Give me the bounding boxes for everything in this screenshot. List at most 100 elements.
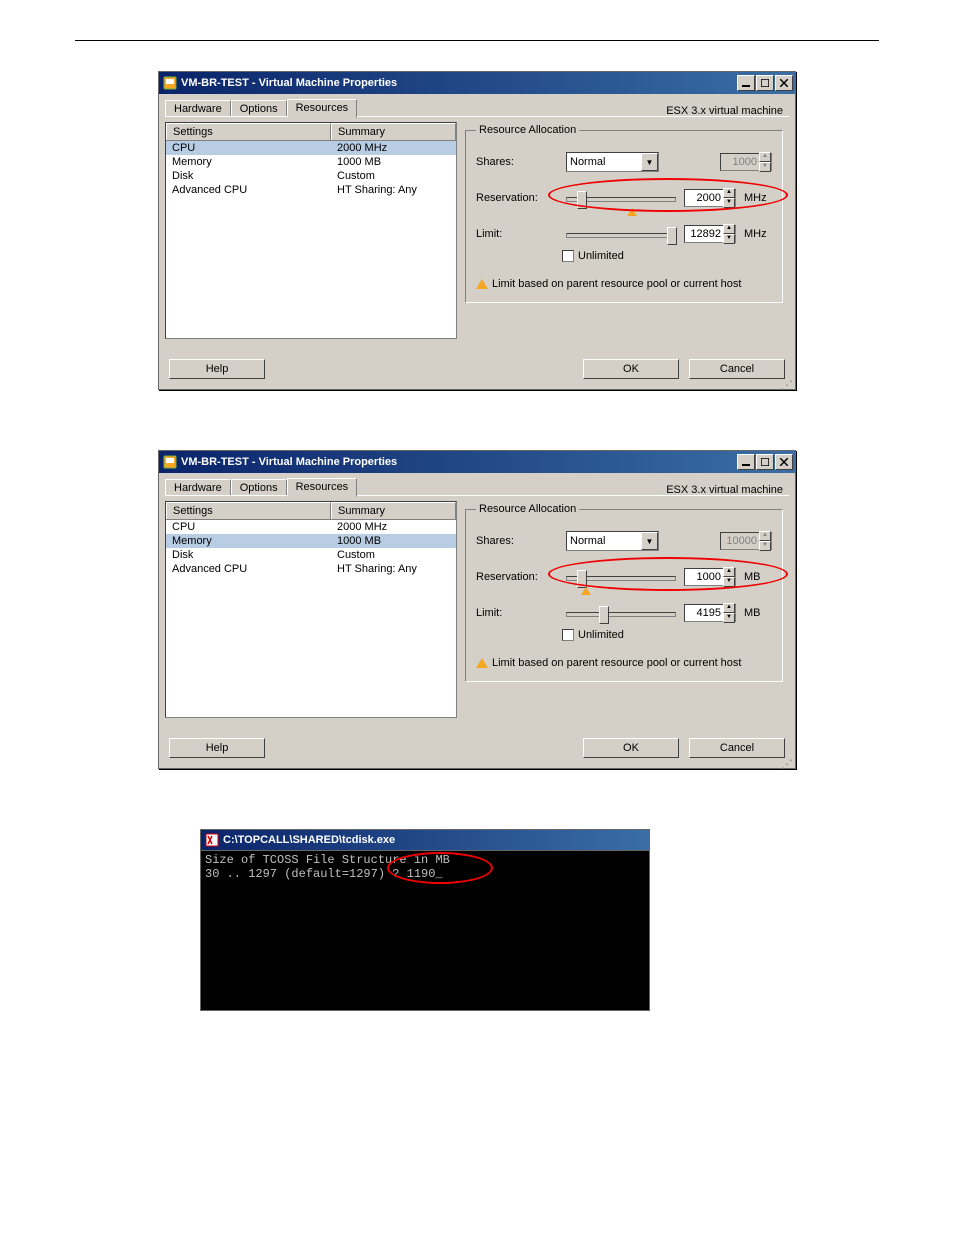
col-summary[interactable]: Summary xyxy=(331,502,456,519)
reservation-slider[interactable] xyxy=(566,188,676,208)
shares-number: 10000 ▲▼ xyxy=(720,532,772,550)
reservation-value[interactable]: 1000 ▲▼ xyxy=(684,568,736,586)
settings-list[interactable]: Settings Summary CPU 2000 MHz Memory 100… xyxy=(165,501,457,718)
settings-name: Advanced CPU xyxy=(166,562,331,576)
group-legend: Resource Allocation xyxy=(476,503,579,515)
console-output: Size of TCOSS File Structure in MB 30 ..… xyxy=(200,851,650,1011)
shares-number: 1000 ▲▼ xyxy=(720,153,772,171)
reservation-slider[interactable] xyxy=(566,567,676,587)
titlebar: VM-BR-TEST - Virtual Machine Properties xyxy=(159,72,795,94)
settings-row-cpu[interactable]: CPU 2000 MHz xyxy=(166,520,456,534)
close-button[interactable] xyxy=(775,454,793,470)
settings-row-disk[interactable]: Disk Custom xyxy=(166,548,456,562)
settings-name: Advanced CPU xyxy=(166,183,331,197)
settings-summary: HT Sharing: Any xyxy=(331,183,456,197)
app-icon xyxy=(163,76,177,90)
settings-summary: HT Sharing: Any xyxy=(331,562,456,576)
settings-row-advanced cpu[interactable]: Advanced CPU HT Sharing: Any xyxy=(166,183,456,197)
settings-name: CPU xyxy=(166,520,331,534)
reservation-label: Reservation: xyxy=(476,192,558,204)
limit-slider[interactable] xyxy=(566,224,676,244)
console-app-icon xyxy=(205,833,219,847)
cancel-button[interactable]: Cancel xyxy=(689,359,785,379)
warning-icon xyxy=(476,279,488,289)
unlimited-label: Unlimited xyxy=(578,629,624,641)
maximize-button[interactable] xyxy=(756,454,774,470)
ok-button[interactable]: OK xyxy=(583,359,679,379)
limit-slider[interactable] xyxy=(566,603,676,623)
settings-row-disk[interactable]: Disk Custom xyxy=(166,169,456,183)
unlimited-checkbox[interactable] xyxy=(562,629,574,641)
limit-hint: Limit based on parent resource pool or c… xyxy=(492,278,741,290)
settings-summary: 2000 MHz xyxy=(331,520,456,534)
settings-row-cpu[interactable]: CPU 2000 MHz xyxy=(166,141,456,155)
limit-value[interactable]: 12892 ▲▼ xyxy=(684,225,736,243)
settings-row-memory[interactable]: Memory 1000 MB xyxy=(166,155,456,169)
reservation-value[interactable]: 2000 ▲▼ xyxy=(684,189,736,207)
minimize-button[interactable] xyxy=(737,454,755,470)
resize-grip[interactable]: ⋰ xyxy=(159,760,795,768)
app-icon xyxy=(163,455,177,469)
shares-label: Shares: xyxy=(476,156,558,168)
settings-summary: Custom xyxy=(331,169,456,183)
settings-name: Disk xyxy=(166,169,331,183)
settings-row-advanced cpu[interactable]: Advanced CPU HT Sharing: Any xyxy=(166,562,456,576)
col-summary[interactable]: Summary xyxy=(331,123,456,140)
shares-combo[interactable]: Normal ▼ xyxy=(566,531,659,551)
limit-hint: Limit based on parent resource pool or c… xyxy=(492,657,741,669)
limit-unit: MHz xyxy=(744,228,767,240)
settings-summary: 1000 MB xyxy=(331,534,456,548)
settings-summary: 1000 MB xyxy=(331,155,456,169)
shares-combo[interactable]: Normal ▼ xyxy=(566,152,659,172)
limit-value[interactable]: 4195 ▲▼ xyxy=(684,604,736,622)
console-titlebar: C:\TOPCALL\SHARED\tcdisk.exe xyxy=(200,829,650,851)
help-button[interactable]: Help xyxy=(169,738,265,758)
warning-icon xyxy=(476,658,488,668)
window-title: VM-BR-TEST - Virtual Machine Properties xyxy=(181,77,737,89)
tab-options[interactable]: Options xyxy=(231,479,287,496)
resource-allocation-group: Resource Allocation Shares: Normal ▼ 100… xyxy=(465,124,783,303)
group-legend: Resource Allocation xyxy=(476,124,579,136)
tab-hardware[interactable]: Hardware xyxy=(165,100,231,117)
col-settings[interactable]: Settings xyxy=(166,502,331,519)
shares-label: Shares: xyxy=(476,535,558,547)
console-title-text: C:\TOPCALL\SHARED\tcdisk.exe xyxy=(223,834,395,846)
tab-options[interactable]: Options xyxy=(231,100,287,117)
settings-name: Disk xyxy=(166,548,331,562)
chevron-down-icon[interactable]: ▼ xyxy=(641,153,658,171)
settings-name: Memory xyxy=(166,534,331,548)
unlimited-checkbox[interactable] xyxy=(562,250,574,262)
tab-hardware[interactable]: Hardware xyxy=(165,479,231,496)
tab-resources[interactable]: Resources xyxy=(287,478,358,497)
resource-allocation-group: Resource Allocation Shares: Normal ▼ 100… xyxy=(465,503,783,682)
settings-summary: Custom xyxy=(331,548,456,562)
reservation-label: Reservation: xyxy=(476,571,558,583)
help-button[interactable]: Help xyxy=(169,359,265,379)
settings-row-memory[interactable]: Memory 1000 MB xyxy=(166,534,456,548)
limit-label: Limit: xyxy=(476,607,558,619)
col-settings[interactable]: Settings xyxy=(166,123,331,140)
minimize-button[interactable] xyxy=(737,75,755,91)
ok-button[interactable]: OK xyxy=(583,738,679,758)
settings-list[interactable]: Settings Summary CPU 2000 MHz Memory 100… xyxy=(165,122,457,339)
titlebar: VM-BR-TEST - Virtual Machine Properties xyxy=(159,451,795,473)
settings-name: CPU xyxy=(166,141,331,155)
settings-name: Memory xyxy=(166,155,331,169)
window-title: VM-BR-TEST - Virtual Machine Properties xyxy=(181,456,737,468)
resize-grip[interactable]: ⋰ xyxy=(159,381,795,389)
cancel-button[interactable]: Cancel xyxy=(689,738,785,758)
vm-properties-dialog: VM-BR-TEST - Virtual Machine Properties … xyxy=(158,71,796,390)
vm-properties-dialog: VM-BR-TEST - Virtual Machine Properties … xyxy=(158,450,796,769)
limit-label: Limit: xyxy=(476,228,558,240)
close-button[interactable] xyxy=(775,75,793,91)
settings-summary: 2000 MHz xyxy=(331,141,456,155)
limit-unit: MB xyxy=(744,607,761,619)
shares-value: Normal xyxy=(570,535,605,547)
reservation-unit: MHz xyxy=(744,192,767,204)
maximize-button[interactable] xyxy=(756,75,774,91)
reservation-unit: MB xyxy=(744,571,761,583)
shares-value: Normal xyxy=(570,156,605,168)
chevron-down-icon[interactable]: ▼ xyxy=(641,532,658,550)
tab-resources[interactable]: Resources xyxy=(287,99,358,118)
unlimited-label: Unlimited xyxy=(578,250,624,262)
